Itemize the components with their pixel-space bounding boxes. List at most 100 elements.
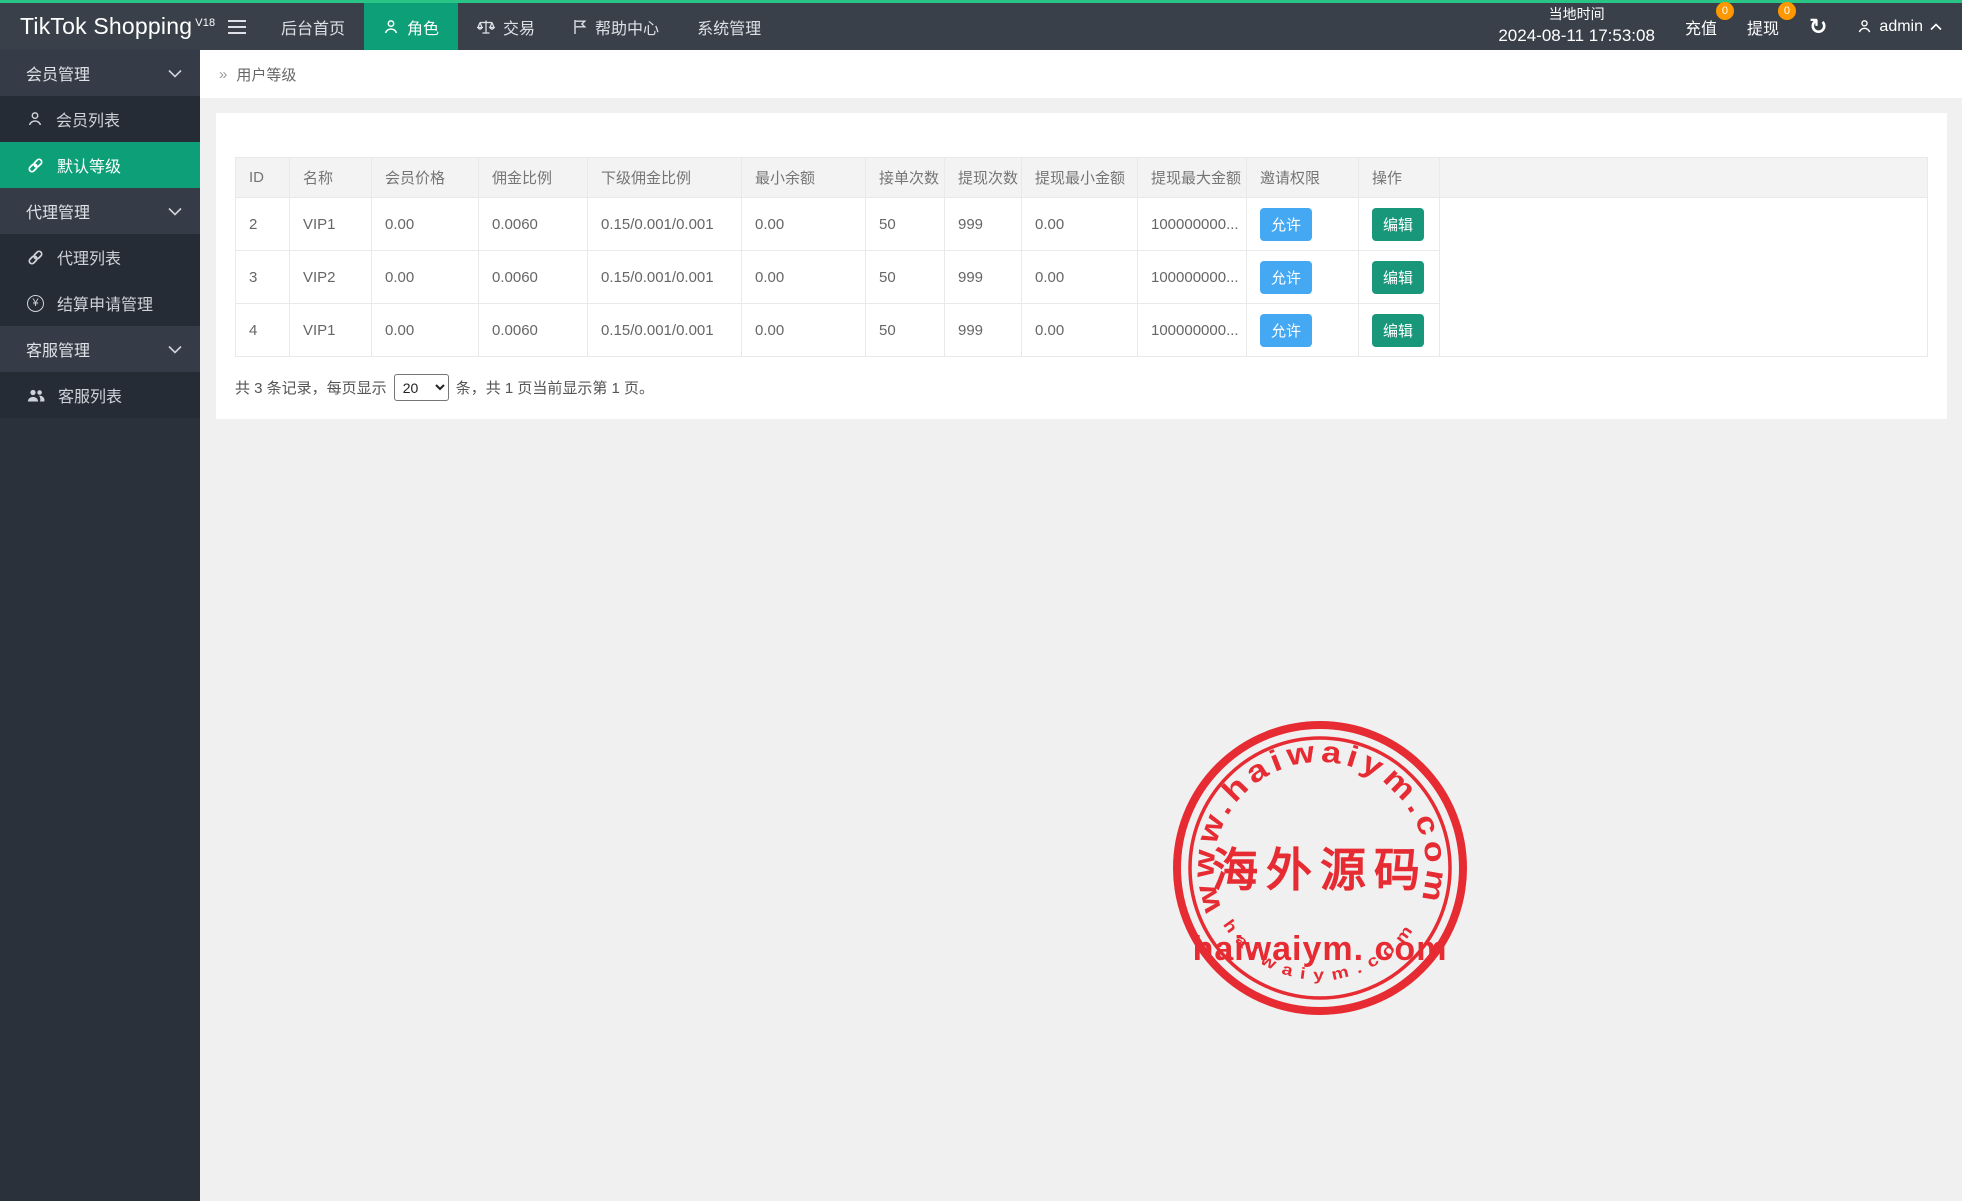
sidebar-group-members[interactable]: 会员管理 (0, 50, 200, 96)
withdraw-badge: 0 (1778, 2, 1796, 20)
allow-button[interactable]: 允许 (1260, 261, 1312, 294)
sidebar-item-label: 结算申请管理 (57, 291, 153, 315)
brand-version: V18 (195, 17, 215, 29)
top-nav: 后台首页 角色 交易 帮助中心 系统管理 (212, 3, 780, 50)
page-size-select[interactable]: 20 (394, 374, 449, 401)
cell-name: VIP1 (290, 304, 372, 357)
sidebar-toggle-button[interactable] (212, 3, 262, 50)
main-content: » 用户等级 ID 名称 会员价格 佣金比例 下级佣金比例 最小余额 接单次数 … (200, 50, 1962, 419)
col-header-min-balance: 最小余额 (742, 158, 866, 198)
breadcrumb: » 用户等级 (200, 50, 1962, 98)
col-header-invite: 邀请权限 (1247, 158, 1359, 198)
col-header-spacer (1440, 158, 1928, 198)
user-level-panel: ID 名称 会员价格 佣金比例 下级佣金比例 最小余额 接单次数 提现次数 提现… (216, 113, 1947, 419)
nav-item-roles[interactable]: 角色 (364, 3, 458, 50)
flag-icon (573, 19, 587, 35)
cell-wd-times: 999 (945, 198, 1022, 251)
nav-item-system[interactable]: 系统管理 (678, 3, 780, 50)
col-header-sub-rate: 下级佣金比例 (588, 158, 742, 198)
col-header-price: 会员价格 (372, 158, 479, 198)
cell-actions: 编辑 (1359, 198, 1440, 251)
cell-actions: 编辑 (1359, 304, 1440, 357)
recharge-label: 充值 (1685, 21, 1717, 38)
cell-rate: 0.0060 (479, 304, 588, 357)
refresh-icon[interactable]: ↻ (1809, 16, 1827, 38)
sidebar-item-label: 会员列表 (56, 107, 120, 131)
cell-sub-rate: 0.15/0.001/0.001 (588, 198, 742, 251)
cell-wd-min: 0.00 (1022, 251, 1138, 304)
header-right-cluster: 当地时间 2024-08-11 17:53:08 充值 0 提现 0 ↻ adm… (1498, 3, 1962, 50)
col-header-wd-max: 提现最大金额 (1138, 158, 1247, 198)
sidebar-group-support[interactable]: 客服管理 (0, 326, 200, 372)
cell-price: 0.00 (372, 198, 479, 251)
cell-invite: 允许 (1247, 304, 1359, 357)
sidebar-item-label: 客服列表 (58, 383, 122, 407)
cell-price: 0.00 (372, 251, 479, 304)
nav-item-label: 后台首页 (281, 15, 345, 39)
edit-button[interactable]: 编辑 (1372, 261, 1424, 294)
sidebar-item-label: 代理列表 (57, 245, 121, 269)
sidebar-item-label: 默认等级 (57, 153, 121, 177)
sidebar-group-agents[interactable]: 代理管理 (0, 188, 200, 234)
sidebar-item-default-level[interactable]: 默认等级 (0, 142, 200, 188)
cell-wd-max: 100000000... (1138, 251, 1247, 304)
cell-rate: 0.0060 (479, 198, 588, 251)
scales-icon (477, 19, 495, 35)
sidebar: 会员管理 会员列表 默认等级 代理管理 代理列表 ¥ 结算申请管理 客服管理 (0, 50, 200, 1201)
hamburger-icon (228, 20, 246, 34)
allow-button[interactable]: 允许 (1260, 208, 1312, 241)
cell-name: VIP2 (290, 251, 372, 304)
table-header-row: ID 名称 会员价格 佣金比例 下级佣金比例 最小余额 接单次数 提现次数 提现… (236, 158, 1928, 198)
col-header-wd-times: 提现次数 (945, 158, 1022, 198)
cell-min-balance: 0.00 (742, 198, 866, 251)
page-title: 用户等级 (236, 64, 296, 85)
sidebar-item-settlement[interactable]: ¥ 结算申请管理 (0, 280, 200, 326)
brand-title: TikTok Shopping (20, 13, 192, 40)
local-time-label: 当地时间 (1498, 5, 1655, 25)
cell-id: 3 (236, 251, 290, 304)
cell-invite: 允许 (1247, 251, 1359, 304)
nav-item-help-center[interactable]: 帮助中心 (554, 3, 678, 50)
watermark-stamp: www.haiwaiym.com 海外源码 haiwaiym. com haiw… (1170, 718, 1470, 1018)
sidebar-group-label: 客服管理 (26, 337, 90, 361)
nav-item-dashboard[interactable]: 后台首页 (262, 3, 364, 50)
cell-orders: 50 (866, 198, 945, 251)
chevron-up-icon (1930, 23, 1942, 31)
col-header-id: ID (236, 158, 290, 198)
col-header-name: 名称 (290, 158, 372, 198)
edit-button[interactable]: 编辑 (1372, 314, 1424, 347)
admin-menu[interactable]: admin (1857, 18, 1942, 36)
sidebar-item-agent-list[interactable]: 代理列表 (0, 234, 200, 280)
recharge-button[interactable]: 充值 0 (1685, 15, 1717, 39)
nav-item-label: 角色 (407, 15, 439, 39)
cell-wd-min: 0.00 (1022, 304, 1138, 357)
cell-id: 2 (236, 198, 290, 251)
cell-wd-min: 0.00 (1022, 198, 1138, 251)
link-icon (27, 249, 44, 266)
breadcrumb-arrow-icon: » (219, 66, 227, 83)
brand-logo: TikTok Shopping V18 (0, 3, 212, 50)
allow-button[interactable]: 允许 (1260, 314, 1312, 347)
user-icon (27, 111, 43, 127)
nav-item-label: 帮助中心 (595, 15, 659, 39)
col-header-orders: 接单次数 (866, 158, 945, 198)
cell-wd-max: 100000000... (1138, 304, 1247, 357)
local-time-block: 当地时间 2024-08-11 17:53:08 (1498, 5, 1655, 48)
cell-sub-rate: 0.15/0.001/0.001 (588, 251, 742, 304)
edit-button[interactable]: 编辑 (1372, 208, 1424, 241)
cell-spacer (1440, 198, 1928, 357)
cell-min-balance: 0.00 (742, 251, 866, 304)
pagination-prefix: 共 3 条记录，每页显示 (235, 377, 387, 398)
cell-invite: 允许 (1247, 198, 1359, 251)
chevron-down-icon (168, 207, 182, 216)
link-icon (27, 157, 44, 174)
nav-item-trade[interactable]: 交易 (458, 3, 554, 50)
top-header: TikTok Shopping V18 后台首页 角色 交易 (0, 0, 1962, 50)
sidebar-item-support-list[interactable]: 客服列表 (0, 372, 200, 418)
chevron-down-icon (168, 69, 182, 78)
sidebar-item-member-list[interactable]: 会员列表 (0, 96, 200, 142)
withdraw-button[interactable]: 提现 0 (1747, 15, 1779, 39)
cell-name: VIP1 (290, 198, 372, 251)
local-time-value: 2024-08-11 17:53:08 (1498, 24, 1655, 48)
cell-actions: 编辑 (1359, 251, 1440, 304)
